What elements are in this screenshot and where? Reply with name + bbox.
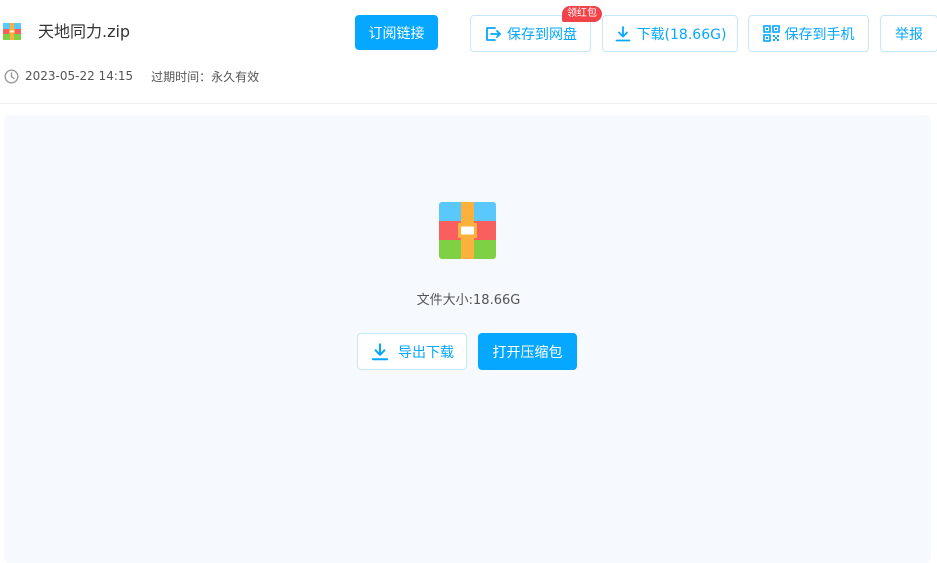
open-archive-label: 打开压缩包 bbox=[492, 344, 563, 361]
subscribe-link-label: 订阅链接 bbox=[368, 25, 425, 42]
zip-file-icon bbox=[3, 23, 21, 40]
save-to-phone-button[interactable]: 保存到手机 bbox=[748, 15, 869, 52]
download-icon bbox=[615, 25, 630, 41]
report-button[interactable]: 举报 bbox=[880, 15, 937, 52]
clock-icon bbox=[4, 68, 19, 84]
export-download-label: 导出下载 bbox=[398, 344, 454, 361]
download-button[interactable]: 下载(18.66G) bbox=[602, 15, 738, 52]
download-label: 下载(18.66G) bbox=[636, 26, 727, 43]
open-archive-button[interactable]: 打开压缩包 bbox=[478, 333, 577, 370]
zip-file-icon bbox=[439, 202, 496, 259]
save-to-cloud-icon bbox=[486, 26, 501, 41]
qr-code-icon bbox=[762, 25, 780, 42]
header-divider bbox=[0, 103, 937, 104]
file-title: 天地同力.zip bbox=[38, 22, 131, 41]
save-to-cloud-label: 保存到网盘 bbox=[507, 26, 577, 43]
save-to-phone-label: 保存到手机 bbox=[784, 26, 855, 43]
download-icon bbox=[371, 342, 389, 360]
red-packet-badge[interactable]: 领红包 bbox=[562, 6, 602, 22]
expire-time: 过期时间：永久有效 bbox=[151, 69, 260, 84]
export-download-button[interactable]: 导出下载 bbox=[357, 333, 467, 370]
preview-panel bbox=[4, 115, 931, 563]
file-meta-row: 2023-05-22 14:15 过期时间：永久有效 bbox=[4, 67, 259, 85]
file-size: 文件大小:18.66G bbox=[416, 293, 521, 308]
created-date: 2023-05-22 14:15 bbox=[25, 69, 134, 83]
subscribe-link-button[interactable]: 订阅链接 bbox=[355, 15, 438, 50]
report-label: 举报 bbox=[895, 26, 923, 43]
